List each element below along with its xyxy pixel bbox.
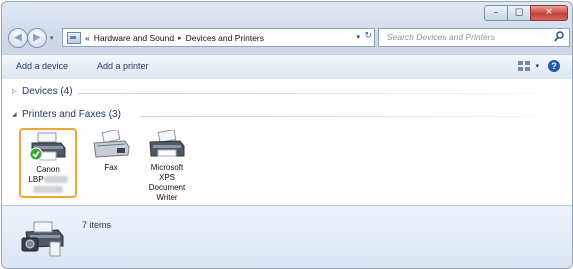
printer-icon bbox=[29, 132, 66, 161]
group-printers-label: Printers and Faxes (3) bbox=[22, 109, 121, 120]
command-bar: Add a device Add a printer ▾ ? bbox=[2, 54, 572, 80]
address-dropdown-icon[interactable]: ▾ bbox=[356, 33, 360, 41]
search-input[interactable] bbox=[387, 29, 547, 44]
minimize-button[interactable]: – bbox=[484, 5, 508, 21]
recent-pages-dropdown[interactable]: ▾ bbox=[50, 34, 54, 42]
minimize-icon: – bbox=[493, 7, 499, 18]
search-icon[interactable] bbox=[554, 31, 564, 42]
back-button[interactable]: ◀ bbox=[8, 28, 28, 48]
address-bar[interactable]: « Hardware and Sound ▸ Devices and Print… bbox=[62, 28, 375, 47]
printer-icon bbox=[149, 130, 185, 157]
add-printer-button[interactable]: Add a printer bbox=[97, 61, 149, 71]
default-check-icon bbox=[29, 147, 43, 161]
window-controls: – □ ✕ bbox=[484, 5, 568, 21]
breadcrumb-separator-icon[interactable]: ▸ bbox=[178, 34, 182, 42]
forward-arrow-icon: ▶ bbox=[33, 31, 41, 43]
redacted-text bbox=[33, 186, 63, 194]
device-fax[interactable]: Fax bbox=[82, 130, 140, 173]
breadcrumb-overflow[interactable]: « bbox=[85, 33, 90, 43]
device-microsoft-xps-document-writer[interactable]: Microsoft XPS Document Writer bbox=[138, 130, 196, 203]
group-divider bbox=[78, 93, 562, 94]
navigation-row: ◀ ▶ ▾ « Hardware and Sound ▸ Devices and… bbox=[8, 27, 570, 49]
view-options-dropdown-icon[interactable]: ▾ bbox=[535, 62, 539, 70]
breadcrumb-hardware-and-sound[interactable]: Hardware and Sound bbox=[94, 33, 174, 43]
fax-icon bbox=[93, 130, 130, 158]
control-panel-icon bbox=[67, 31, 81, 44]
breadcrumb-devices-and-printers[interactable]: Devices and Printers bbox=[186, 33, 264, 43]
item-count: 7 items bbox=[82, 220, 112, 230]
device-label: Canon bbox=[36, 165, 60, 174]
group-printers-and-faxes[interactable]: ◢ Printers and Faxes (3) bbox=[12, 109, 121, 120]
refresh-icon[interactable]: ↻ bbox=[364, 31, 372, 41]
device-label-redacted bbox=[21, 185, 75, 195]
device-label: Fax bbox=[104, 163, 118, 172]
maximize-button[interactable]: □ bbox=[507, 5, 531, 21]
group-divider bbox=[140, 116, 562, 117]
close-icon: ✕ bbox=[545, 7, 553, 18]
device-label: XPS bbox=[158, 173, 175, 182]
device-canon-printer[interactable]: Canon LBP bbox=[19, 128, 77, 198]
device-label: Document bbox=[148, 183, 186, 192]
details-pane: 7 items bbox=[2, 205, 572, 268]
device-label: Microsoft bbox=[150, 163, 184, 172]
devices-and-printers-window: – □ ✕ ◀ ▶ ▾ « Hardware and Sound ▸ Devic… bbox=[1, 1, 573, 269]
redacted-text bbox=[43, 176, 68, 184]
close-button[interactable]: ✕ bbox=[530, 5, 568, 21]
back-arrow-icon: ◀ bbox=[14, 31, 22, 43]
forward-button[interactable]: ▶ bbox=[27, 28, 47, 48]
devices-and-printers-icon bbox=[21, 221, 64, 257]
expand-arrow-icon[interactable]: ▷ bbox=[12, 88, 22, 95]
help-icon[interactable]: ? bbox=[548, 60, 560, 72]
search-box[interactable] bbox=[378, 28, 570, 47]
group-devices-label: Devices (4) bbox=[22, 86, 73, 97]
collapse-arrow-icon[interactable]: ◢ bbox=[12, 111, 22, 118]
add-device-button[interactable]: Add a device bbox=[16, 61, 68, 71]
device-label: Writer bbox=[156, 193, 178, 202]
group-devices[interactable]: ▷ Devices (4) bbox=[12, 86, 73, 97]
maximize-icon: □ bbox=[514, 7, 524, 18]
device-label-model: LBP bbox=[21, 175, 75, 185]
devices-pane: ▷ Devices (4) ◢ Printers and Faxes (3) C… bbox=[2, 79, 572, 206]
change-view-icon[interactable] bbox=[518, 61, 530, 71]
